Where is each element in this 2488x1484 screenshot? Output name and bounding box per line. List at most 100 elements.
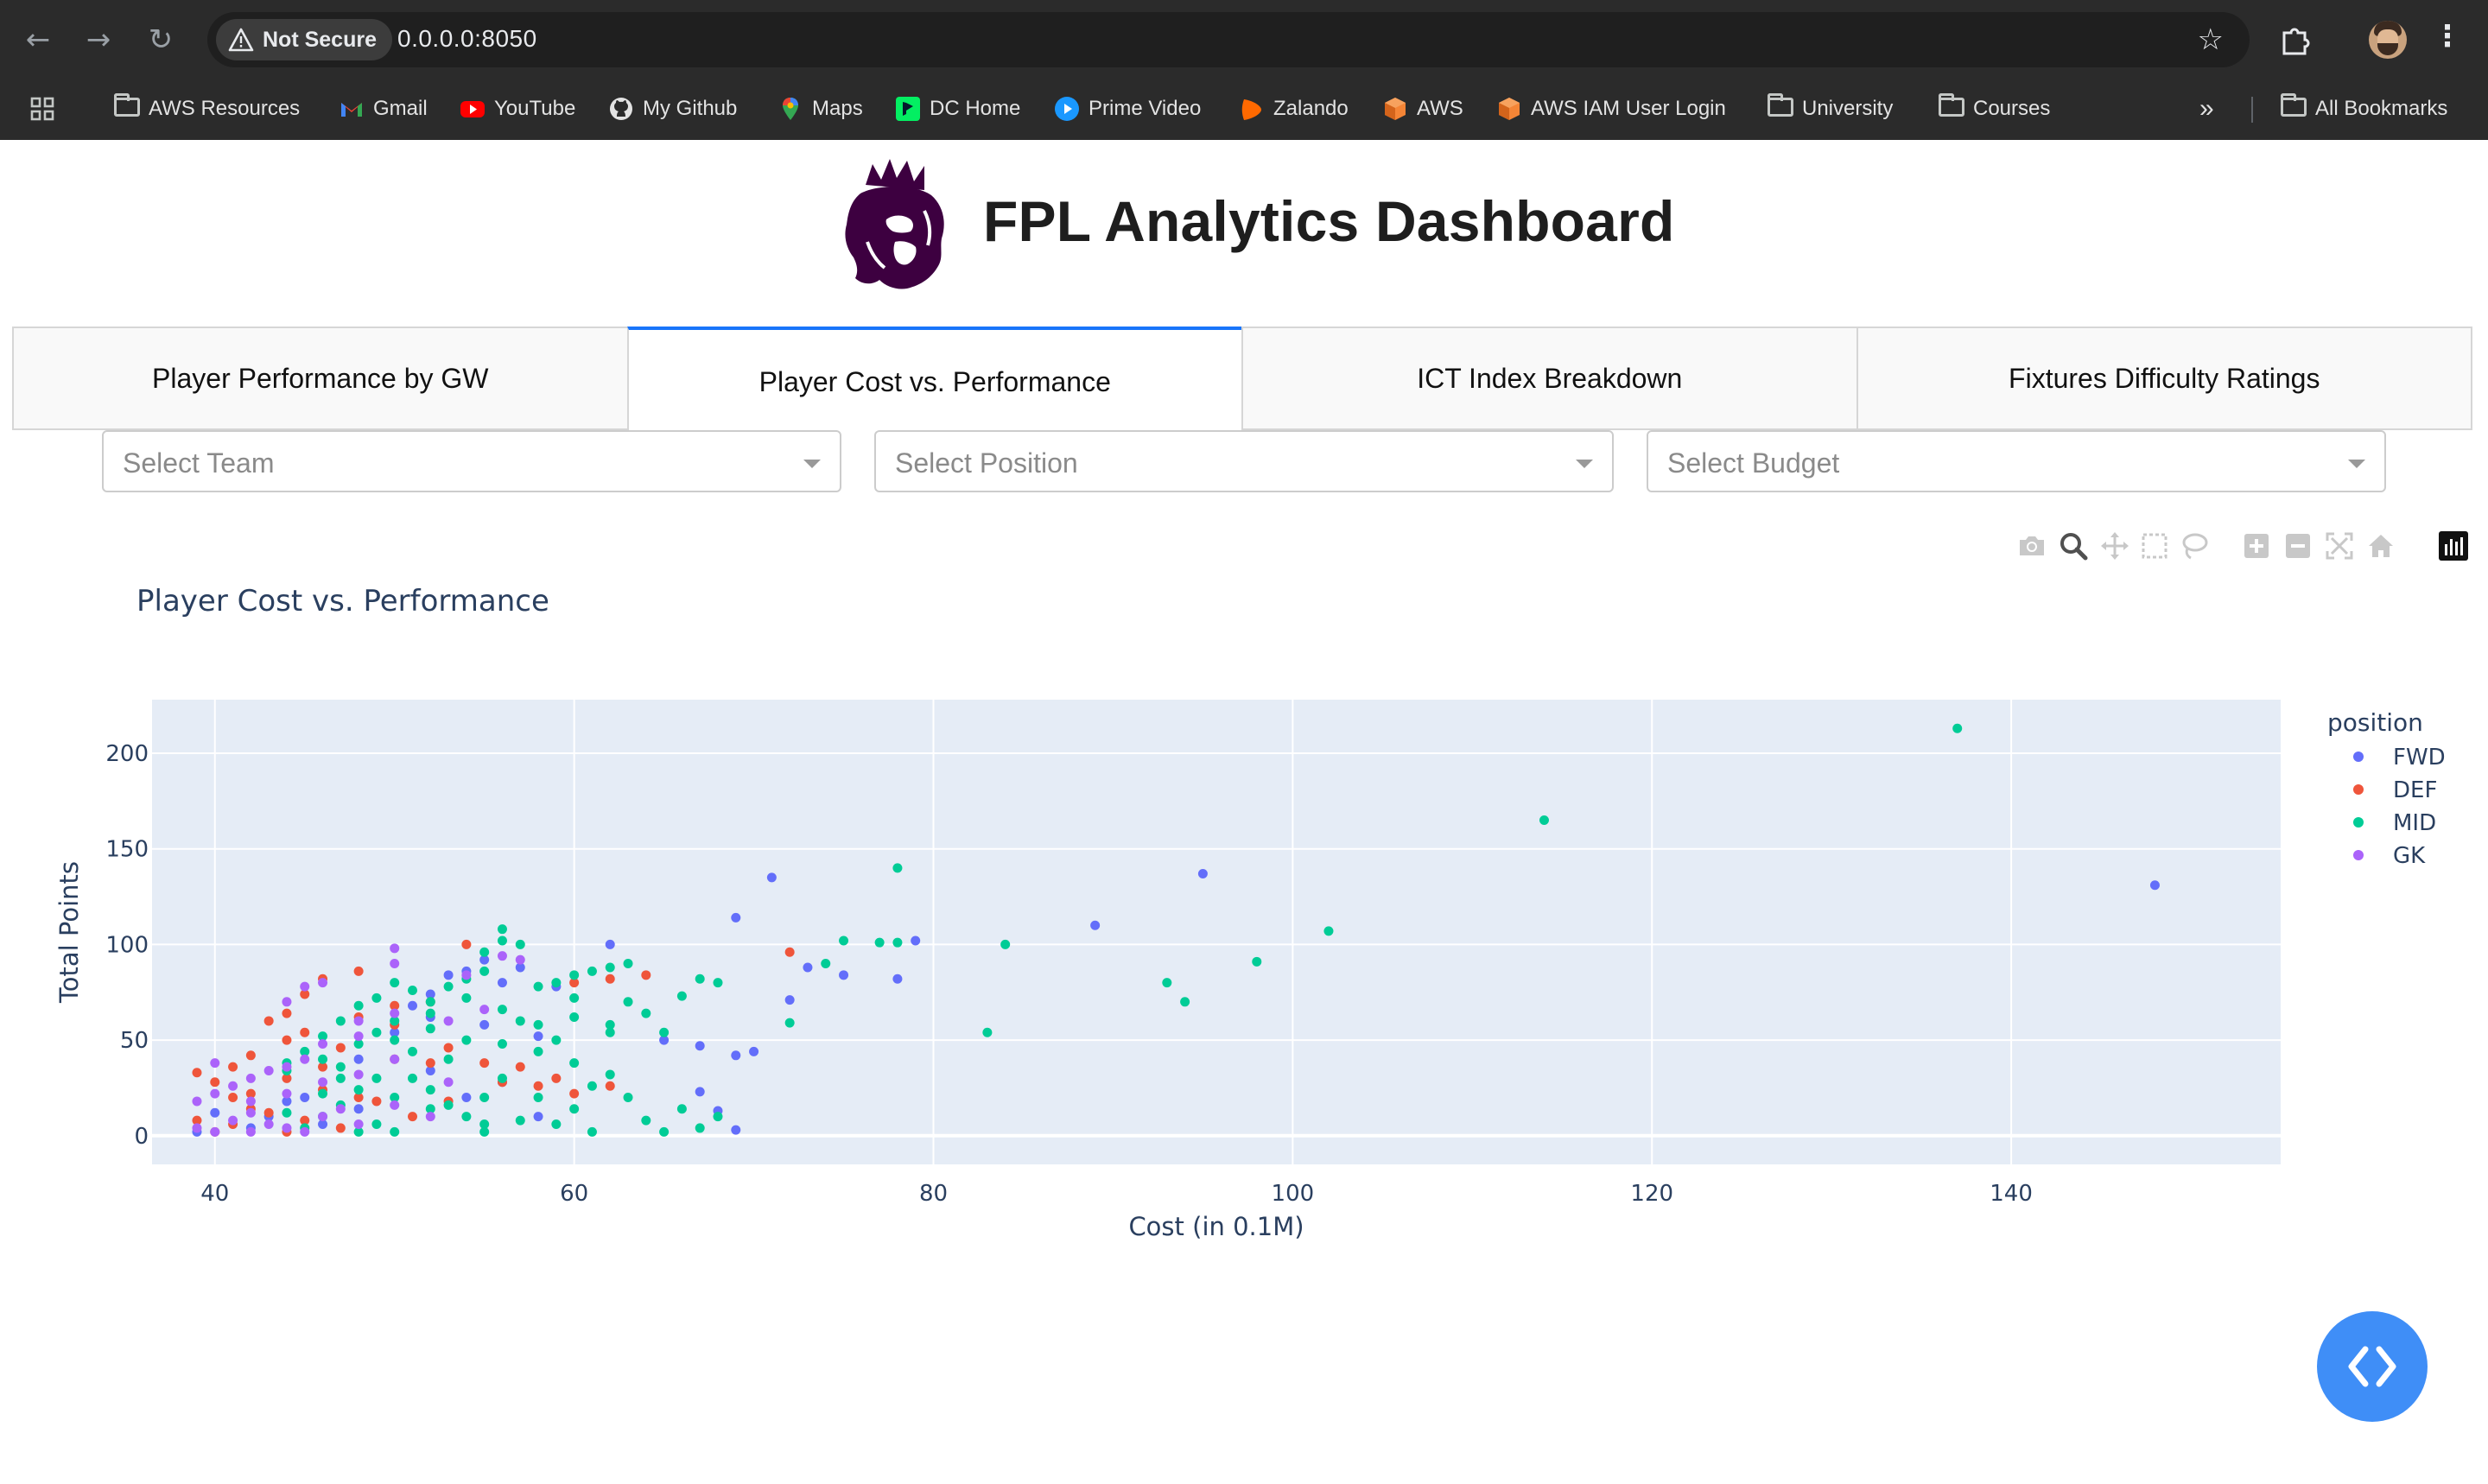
- data-point[interactable]: [318, 1054, 328, 1064]
- data-point[interactable]: [497, 1073, 507, 1083]
- data-point[interactable]: [408, 986, 418, 996]
- data-point[interactable]: [228, 1081, 238, 1091]
- data-point[interactable]: [676, 991, 687, 1001]
- data-point[interactable]: [533, 1112, 543, 1122]
- data-point[interactable]: [390, 1035, 400, 1045]
- data-point[interactable]: [461, 1093, 472, 1103]
- data-point[interactable]: [408, 1000, 418, 1011]
- team-dropdown[interactable]: Select Team: [102, 430, 841, 492]
- data-point[interactable]: [605, 973, 615, 984]
- data-point[interactable]: [497, 935, 507, 946]
- data-point[interactable]: [695, 1041, 705, 1051]
- data-point[interactable]: [515, 1115, 525, 1126]
- data-point[interactable]: [784, 995, 795, 1005]
- data-point[interactable]: [371, 1073, 382, 1083]
- zoom-out-icon[interactable]: [2282, 530, 2313, 561]
- data-point[interactable]: [335, 1043, 346, 1053]
- data-point[interactable]: [587, 1081, 597, 1091]
- data-point[interactable]: [784, 1018, 795, 1028]
- data-point[interactable]: [892, 863, 903, 873]
- zoom-icon[interactable]: [2058, 530, 2089, 561]
- data-point[interactable]: [318, 1112, 328, 1122]
- data-point[interactable]: [263, 1016, 274, 1026]
- data-point[interactable]: [479, 1019, 490, 1030]
- data-point[interactable]: [425, 1058, 435, 1069]
- data-point[interactable]: [623, 997, 633, 1007]
- data-point[interactable]: [623, 1093, 633, 1103]
- data-point[interactable]: [731, 912, 741, 923]
- bookmark-prime-video[interactable]: Prime Video: [1054, 92, 1201, 126]
- data-point[interactable]: [1197, 868, 1208, 878]
- data-point[interactable]: [353, 1031, 364, 1042]
- data-point[interactable]: [982, 1027, 993, 1037]
- data-point[interactable]: [641, 970, 651, 980]
- data-point[interactable]: [353, 1069, 364, 1080]
- data-point[interactable]: [497, 1039, 507, 1050]
- data-point[interactable]: [551, 1119, 562, 1130]
- data-point[interactable]: [695, 1123, 705, 1133]
- data-point[interactable]: [749, 1046, 759, 1056]
- data-point[interactable]: [479, 966, 490, 976]
- data-point[interactable]: [533, 1081, 543, 1091]
- lasso-select-icon[interactable]: [2179, 530, 2210, 561]
- data-point[interactable]: [479, 1093, 490, 1103]
- back-icon[interactable]: ←: [17, 19, 59, 60]
- data-point[interactable]: [408, 1112, 418, 1122]
- data-point[interactable]: [515, 939, 525, 949]
- data-point[interactable]: [497, 951, 507, 961]
- data-point[interactable]: [569, 993, 580, 1003]
- data-point[interactable]: [245, 1073, 256, 1083]
- data-point[interactable]: [192, 1096, 202, 1107]
- tab-player-cost-vs-performance[interactable]: Player Cost vs. Performance: [626, 327, 1243, 430]
- data-point[interactable]: [479, 1005, 490, 1015]
- data-point[interactable]: [2149, 880, 2160, 891]
- data-point[interactable]: [318, 1039, 328, 1050]
- data-point[interactable]: [515, 954, 525, 965]
- browser-menu-icon[interactable]: ⋮: [2433, 19, 2462, 54]
- box-select-icon[interactable]: [2139, 530, 2170, 561]
- bookmark-aws-iam-user-login[interactable]: AWS IAM User Login: [1496, 92, 1726, 126]
- bookmark-zalando[interactable]: Zalando: [1239, 92, 1349, 126]
- data-point[interactable]: [443, 1043, 454, 1053]
- chevron-down-icon[interactable]: [2348, 460, 2365, 468]
- data-point[interactable]: [192, 1123, 202, 1133]
- data-point[interactable]: [371, 1096, 382, 1107]
- data-point[interactable]: [461, 993, 472, 1003]
- data-point[interactable]: [282, 1062, 292, 1072]
- data-point[interactable]: [605, 962, 615, 973]
- data-point[interactable]: [533, 981, 543, 992]
- apps-grid-icon[interactable]: [29, 92, 55, 126]
- data-point[interactable]: [443, 1100, 454, 1110]
- data-point[interactable]: [766, 872, 777, 883]
- data-point[interactable]: [282, 1107, 292, 1118]
- bookmark-my-github[interactable]: My Github: [608, 92, 737, 126]
- extensions-icon[interactable]: [2275, 21, 2313, 59]
- bookmark-dc-home[interactable]: DC Home: [895, 92, 1020, 126]
- data-point[interactable]: [839, 970, 849, 980]
- data-point[interactable]: [892, 937, 903, 948]
- data-point[interactable]: [569, 1058, 580, 1069]
- data-point[interactable]: [497, 924, 507, 935]
- data-point[interactable]: [282, 997, 292, 1007]
- data-point[interactable]: [533, 1031, 543, 1042]
- data-point[interactable]: [461, 939, 472, 949]
- data-point[interactable]: [1162, 978, 1172, 988]
- bookmark-aws[interactable]: AWS: [1382, 92, 1463, 126]
- reset-axes-home-icon[interactable]: [2365, 530, 2396, 561]
- data-point[interactable]: [551, 978, 562, 988]
- data-point[interactable]: [443, 970, 454, 980]
- data-point[interactable]: [569, 1088, 580, 1099]
- data-point[interactable]: [408, 1073, 418, 1083]
- data-point[interactable]: [443, 1054, 454, 1064]
- data-point[interactable]: [228, 1115, 238, 1126]
- position-dropdown[interactable]: Select Position: [874, 430, 1614, 492]
- data-point[interactable]: [335, 1016, 346, 1026]
- data-point[interactable]: [371, 1027, 382, 1037]
- autoscale-icon[interactable]: [2324, 530, 2355, 561]
- data-point[interactable]: [245, 1126, 256, 1137]
- data-point[interactable]: [318, 978, 328, 988]
- data-point[interactable]: [425, 1024, 435, 1034]
- data-point[interactable]: [425, 1008, 435, 1018]
- data-point[interactable]: [443, 1077, 454, 1088]
- all-bookmarks[interactable]: All Bookmarks: [2281, 92, 2447, 126]
